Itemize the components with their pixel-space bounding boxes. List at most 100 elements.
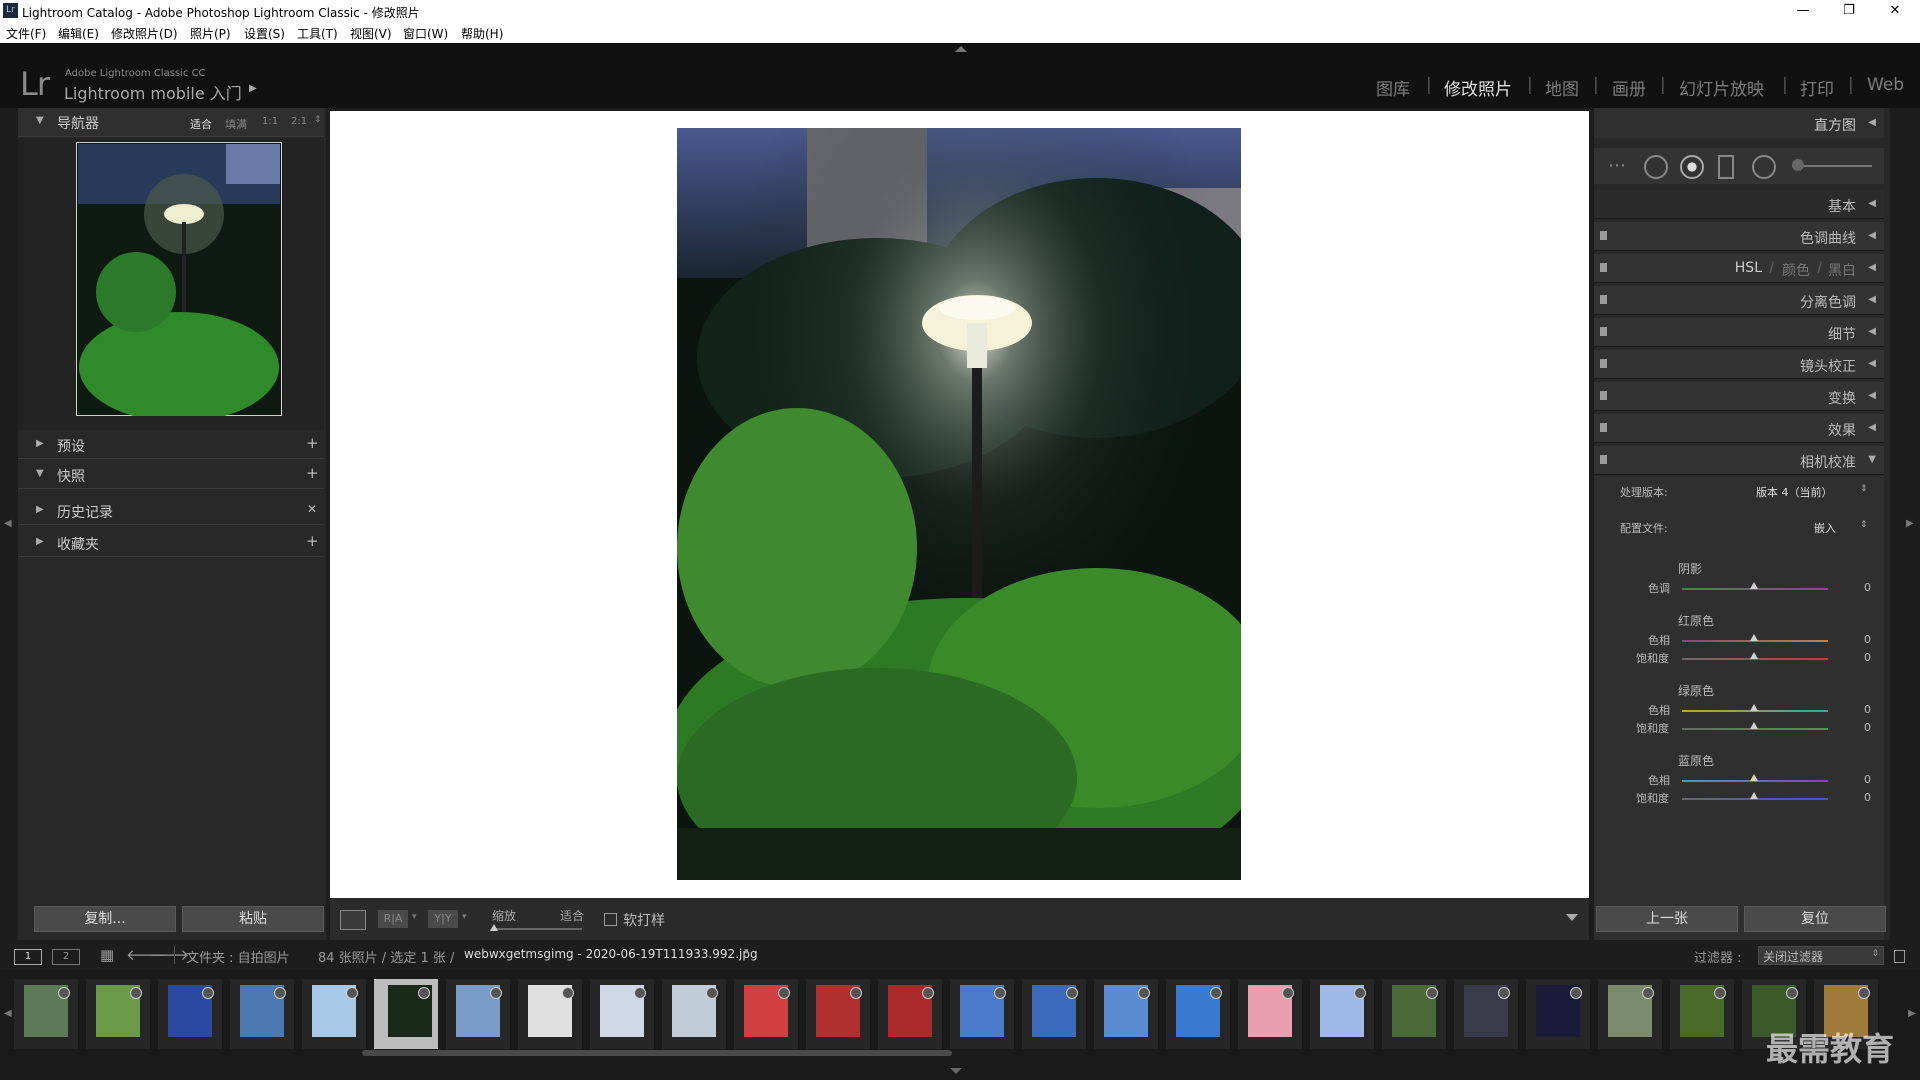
stepper-icon[interactable]: ⇕ <box>1860 484 1868 494</box>
green-hue-knob[interactable] <box>1750 704 1758 711</box>
filmstrip-thumbnail[interactable] <box>86 979 150 1049</box>
menu-settings[interactable]: 设置(S) <box>244 25 285 42</box>
green-saturation-value[interactable]: 0 <box>1864 721 1871 734</box>
play-arrow-icon[interactable]: ▶ <box>249 83 257 94</box>
zoom-slider[interactable] <box>492 928 582 930</box>
lens-corrections-header[interactable]: 镜头校正 ◀ <box>1594 350 1884 379</box>
filmstrip-thumbnail[interactable] <box>806 979 870 1049</box>
zoom-stepper-icon[interactable]: ⇕ <box>314 115 322 125</box>
module-web[interactable]: Web <box>1867 75 1904 95</box>
history-header[interactable]: ▶ 历史记录 ✕ <box>18 496 324 525</box>
red-hue-value[interactable]: 0 <box>1864 633 1871 646</box>
module-book[interactable]: 画册 <box>1612 75 1646 100</box>
panel-switch-icon[interactable] <box>1600 231 1607 240</box>
add-collection-icon[interactable]: + <box>306 532 319 550</box>
loupe-view-button[interactable] <box>340 910 366 930</box>
filmstrip-thumbnail[interactable] <box>302 979 366 1049</box>
current-filename[interactable]: webwxgetmsgimg - 2020-06-19T111933.992.j… <box>464 947 758 961</box>
reset-button[interactable]: 复位 <box>1744 906 1886 932</box>
filmstrip-scrollbar[interactable] <box>362 1050 952 1056</box>
filmstrip-thumbnail[interactable] <box>1382 979 1446 1049</box>
filmstrip-thumbnail[interactable] <box>1022 979 1086 1049</box>
zoom-slider-knob[interactable] <box>490 924 498 931</box>
filmstrip-thumbnail[interactable] <box>446 979 510 1049</box>
filmstrip-thumbnail[interactable] <box>14 979 78 1049</box>
filmstrip-thumbnail[interactable] <box>1526 979 1590 1049</box>
collapse-bottom-icon[interactable] <box>950 1068 962 1074</box>
blue-saturation-value[interactable]: 0 <box>1864 791 1871 804</box>
add-snapshot-icon[interactable]: + <box>306 464 319 482</box>
stepper-icon[interactable]: ⇕ <box>1860 520 1868 530</box>
red-eye-icon[interactable] <box>1680 155 1704 179</box>
panel-switch-icon[interactable] <box>1600 423 1607 432</box>
red-hue-knob[interactable] <box>1750 634 1758 641</box>
collections-header[interactable]: ▶ 收藏夹 + <box>18 528 324 557</box>
filmstrip-thumbnail[interactable] <box>590 979 654 1049</box>
bw-tab[interactable]: 黑白 <box>1828 260 1856 280</box>
blue-hue-knob[interactable] <box>1750 774 1758 781</box>
effects-header[interactable]: 效果 ◀ <box>1594 414 1884 443</box>
filmstrip-thumbnail[interactable] <box>1310 979 1374 1049</box>
transform-header[interactable]: 变换 ◀ <box>1594 382 1884 411</box>
filmstrip-thumbnail[interactable] <box>950 979 1014 1049</box>
color-tab[interactable]: 颜色 <box>1782 260 1810 280</box>
filmstrip-thumbnail[interactable] <box>374 979 438 1049</box>
restore-button[interactable]: ❐ <box>1826 0 1872 22</box>
menu-view[interactable]: 视图(V) <box>350 25 392 42</box>
basic-panel-header[interactable]: 基本 ◀ <box>1594 190 1884 219</box>
hsl-header[interactable]: HSL / 颜色 / 黑白 ◀ <box>1594 254 1884 283</box>
filmstrip-scroll-right-icon[interactable]: ▶ <box>1908 1008 1916 1019</box>
panel-switch-icon[interactable] <box>1600 327 1607 336</box>
brush-slider[interactable] <box>1792 165 1872 167</box>
filmstrip-thumbnail[interactable] <box>1166 979 1230 1049</box>
profile-value[interactable]: 嵌入 <box>1814 520 1836 536</box>
filter-select[interactable]: 关闭过滤器 ⇕ <box>1758 946 1884 965</box>
filmstrip-thumbnail[interactable] <box>1598 979 1662 1049</box>
process-version-value[interactable]: 版本 4（当前） <box>1756 484 1833 500</box>
radial-filter-icon[interactable] <box>1752 155 1776 179</box>
source-folder[interactable]: 文件夹 : 自拍图片 <box>186 947 290 966</box>
menu-help[interactable]: 帮助(H) <box>461 25 503 42</box>
zoom-1-1[interactable]: 1:1 <box>262 116 278 127</box>
panel-switch-icon[interactable] <box>1600 455 1607 464</box>
filmstrip-thumbnail[interactable] <box>1670 979 1734 1049</box>
dropdown-arrow-icon[interactable]: ▾ <box>462 912 467 922</box>
paste-settings-button[interactable]: 粘贴 <box>182 906 324 932</box>
right-panel-toggle-icon[interactable]: ▶ <box>1906 518 1914 529</box>
red-saturation-knob[interactable] <box>1750 652 1758 659</box>
crop-tool-icon[interactable]: ⋯ <box>1608 155 1626 176</box>
secondary-window-button[interactable]: 2 <box>52 949 80 965</box>
module-slideshow[interactable]: 幻灯片放映 <box>1679 75 1764 100</box>
module-print[interactable]: 打印 <box>1800 75 1834 100</box>
snapshots-header[interactable]: ▼ 快照 + <box>18 460 324 489</box>
toolbar-content-dropdown-icon[interactable] <box>1566 914 1578 921</box>
shadows-tint-value[interactable]: 0 <box>1864 581 1871 594</box>
blue-saturation-knob[interactable] <box>1750 792 1758 799</box>
grid-view-icon[interactable]: ▦ <box>100 946 114 964</box>
filmstrip-thumbnail[interactable] <box>518 979 582 1049</box>
primary-window-button[interactable]: 1 <box>14 949 42 965</box>
filmstrip-thumbnail[interactable] <box>662 979 726 1049</box>
left-panel-toggle-icon[interactable]: ◀ <box>4 518 12 529</box>
detail-header[interactable]: 细节 ◀ <box>1594 318 1884 347</box>
panel-switch-icon[interactable] <box>1600 295 1607 304</box>
module-library[interactable]: 图库 <box>1376 75 1410 100</box>
menu-window[interactable]: 窗口(W) <box>403 25 448 42</box>
filmstrip-thumbnail[interactable] <box>1094 979 1158 1049</box>
zoom-fit[interactable]: 适合 <box>190 116 212 132</box>
add-preset-icon[interactable]: + <box>306 434 319 452</box>
brush-icon[interactable] <box>1792 159 1804 171</box>
before-after-tb-button[interactable]: Y|Y <box>428 910 458 928</box>
close-button[interactable]: ✕ <box>1872 0 1918 22</box>
filmstrip-thumbnail[interactable] <box>734 979 798 1049</box>
panel-switch-icon[interactable] <box>1600 263 1607 272</box>
module-develop[interactable]: 修改照片 <box>1444 75 1512 100</box>
before-after-lr-button[interactable]: R|A <box>378 910 408 928</box>
filter-lock-icon[interactable] <box>1894 950 1905 963</box>
filmstrip-thumbnail[interactable] <box>1454 979 1518 1049</box>
spot-removal-icon[interactable] <box>1644 155 1668 179</box>
shadows-tint-knob[interactable] <box>1750 582 1758 589</box>
image-canvas[interactable] <box>330 111 1589 898</box>
graduated-filter-icon[interactable] <box>1718 155 1734 179</box>
previous-button[interactable]: 上一张 <box>1596 906 1738 932</box>
